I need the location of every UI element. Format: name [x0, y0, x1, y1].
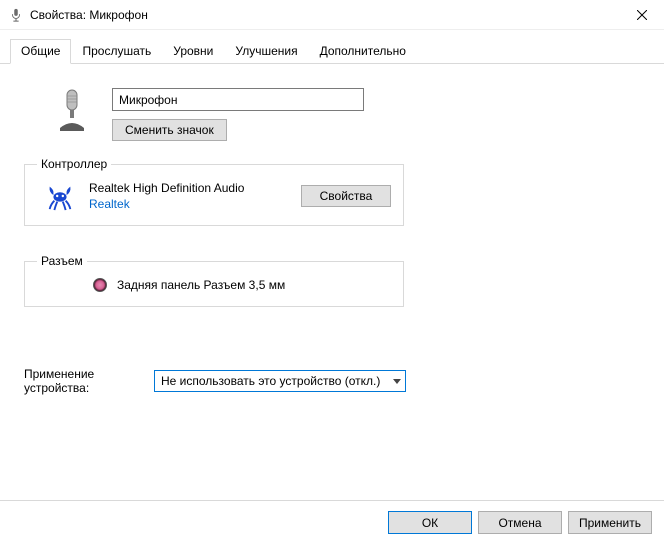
controller-vendor-link[interactable]: Realtek — [89, 197, 287, 211]
cancel-button[interactable]: Отмена — [478, 511, 562, 534]
microphone-icon — [8, 7, 24, 23]
close-icon — [637, 7, 647, 23]
jack-legend: Разъем — [37, 254, 87, 268]
dialog-footer: ОК Отмена Применить — [0, 500, 664, 544]
jack-group: Разъем Задняя панель Разъем 3,5 мм — [24, 254, 404, 307]
apply-button[interactable]: Применить — [568, 511, 652, 534]
close-button[interactable] — [619, 0, 664, 30]
controller-properties-button[interactable]: Свойства — [301, 185, 391, 207]
device-usage-select[interactable]: Не использовать это устройство (откл.) — [154, 370, 406, 392]
device-usage-selected: Не использовать это устройство (откл.) — [161, 374, 380, 388]
device-name-input[interactable] — [112, 88, 364, 111]
titlebar: Свойства: Микрофон — [0, 0, 664, 30]
tab-label: Общие — [21, 44, 60, 58]
device-header: Сменить значок — [54, 88, 640, 141]
tab-content-general: Сменить значок Контроллер Realtek — [0, 64, 664, 405]
tab-listen[interactable]: Прослушать — [71, 39, 162, 64]
chevron-down-icon — [393, 379, 401, 384]
device-usage-row: Применение устройства: Не использовать э… — [24, 367, 640, 395]
change-icon-button[interactable]: Сменить значок — [112, 119, 227, 141]
jack-color-icon — [93, 278, 107, 292]
controller-legend: Контроллер — [37, 157, 111, 171]
controller-name: Realtek High Definition Audio — [89, 181, 287, 195]
tab-label: Уровни — [173, 44, 213, 58]
device-usage-label: Применение устройства: — [24, 367, 124, 395]
tab-levels[interactable]: Уровни — [162, 39, 224, 64]
tab-label: Дополнительно — [320, 44, 406, 58]
device-microphone-icon — [54, 88, 90, 128]
controller-group: Контроллер Realtek High Definition Audio — [24, 157, 404, 226]
tab-enhancements[interactable]: Улучшения — [224, 39, 308, 64]
tab-general[interactable]: Общие — [10, 39, 71, 64]
window-title: Свойства: Микрофон — [30, 8, 148, 22]
jack-text: Задняя панель Разъем 3,5 мм — [117, 278, 285, 292]
tab-advanced[interactable]: Дополнительно — [309, 39, 417, 64]
tab-label: Улучшения — [235, 44, 297, 58]
realtek-crab-icon — [45, 181, 75, 211]
tab-label: Прослушать — [82, 44, 151, 58]
ok-button[interactable]: ОК — [388, 511, 472, 534]
tab-bar: Общие Прослушать Уровни Улучшения Дополн… — [0, 30, 664, 64]
